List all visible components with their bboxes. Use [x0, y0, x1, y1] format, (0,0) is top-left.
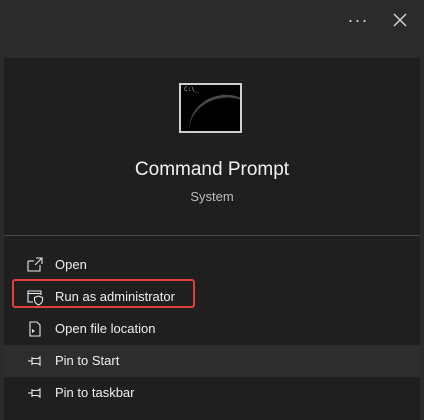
- menu-item-open-file-location[interactable]: Open file location: [4, 313, 420, 345]
- divider: [4, 235, 420, 236]
- pin-icon: [28, 387, 41, 399]
- menu-item-label: Run as administrator: [55, 289, 175, 304]
- terminal-icon: C:\_: [179, 83, 242, 133]
- top-bar: ···: [0, 0, 424, 46]
- menu-item-label: Open: [55, 257, 87, 272]
- app-category: System: [190, 189, 234, 204]
- app-detail-panel: C:\_ Command Prompt System Open Run as a…: [4, 58, 420, 420]
- menu-item-label: Open file location: [55, 321, 156, 336]
- app-title: Command Prompt: [134, 159, 290, 180]
- more-options-button[interactable]: ···: [344, 6, 372, 34]
- app-header: C:\_ Command Prompt System: [4, 58, 420, 233]
- close-button[interactable]: [386, 6, 414, 34]
- shield-window-icon: [27, 290, 44, 306]
- terminal-icon-prompt: C:\_: [184, 86, 199, 93]
- close-icon: [393, 13, 407, 27]
- menu-item-pin-to-start[interactable]: Pin to Start: [4, 345, 420, 377]
- menu-item-open[interactable]: Open: [4, 249, 420, 281]
- action-menu: Open Run as administrator Open file loca…: [4, 249, 420, 409]
- menu-item-label: Pin to taskbar: [55, 385, 135, 400]
- menu-item-pin-to-taskbar[interactable]: Pin to taskbar: [4, 377, 420, 409]
- menu-item-run-as-administrator[interactable]: Run as administrator: [4, 281, 420, 313]
- file-location-icon: [29, 321, 41, 337]
- open-window-icon: [27, 257, 43, 272]
- more-options-icon: ···: [347, 10, 369, 30]
- pin-icon: [28, 355, 41, 367]
- menu-item-label: Pin to Start: [55, 353, 120, 368]
